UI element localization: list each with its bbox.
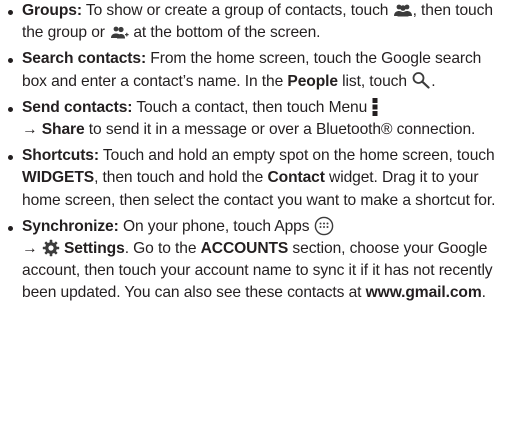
settings-icon (42, 239, 60, 257)
arrow: → (22, 121, 42, 139)
accounts-label: ACCOUNTS (200, 240, 289, 258)
text: at the bottom of the screen. (129, 24, 321, 42)
term-groups: Groups: (22, 2, 82, 19)
contact-label: Contact (267, 169, 325, 187)
text: , then touch and hold the (94, 169, 268, 187)
text: . Go to the (124, 240, 201, 258)
term-shortcuts: Shortcuts: (22, 147, 99, 165)
text: Touch and hold an empty spot on the home… (98, 147, 495, 165)
menu-icon (371, 97, 379, 117)
text: On your phone, touch Apps (118, 217, 314, 235)
text: To show or create a group of contacts, t… (81, 2, 393, 19)
term-synchronize: Synchronize: (22, 217, 119, 235)
list-item-synchronize: Synchronize: On your phone, touch Apps → (0, 216, 505, 305)
text: . (481, 284, 486, 302)
gmail-link[interactable]: www.gmail.com (366, 284, 482, 301)
search-icon (411, 71, 431, 90)
settings-label: Settings (63, 240, 125, 258)
list-item-send-contacts: Send contacts: Touch a contact, then tou… (0, 97, 505, 141)
term-send-contacts: Send contacts: (22, 98, 133, 116)
groups-icon (393, 3, 413, 17)
widgets-label: WIDGETS (22, 169, 95, 187)
text: Touch a contact, then touch Menu (132, 98, 372, 116)
list-item-search-contacts: Search contacts: From the home screen, t… (0, 48, 505, 92)
share-label: Share (41, 121, 85, 139)
text: . (431, 72, 436, 90)
text: list, touch (337, 72, 412, 90)
text: to send it in a message or over a Blueto… (84, 121, 476, 139)
people-label: People (287, 72, 338, 90)
bullet-list: Groups: To show or create a group of con… (0, 0, 505, 305)
add-group-icon (109, 25, 129, 39)
instructions-page: Groups: To show or create a group of con… (0, 0, 505, 440)
list-item-shortcuts: Shortcuts: Touch and hold an empty spot … (0, 145, 505, 212)
term-search-contacts: Search contacts: (22, 50, 147, 68)
list-item-groups: Groups: To show or create a group of con… (0, 0, 505, 44)
arrow: → (22, 240, 42, 258)
apps-icon (314, 216, 334, 236)
